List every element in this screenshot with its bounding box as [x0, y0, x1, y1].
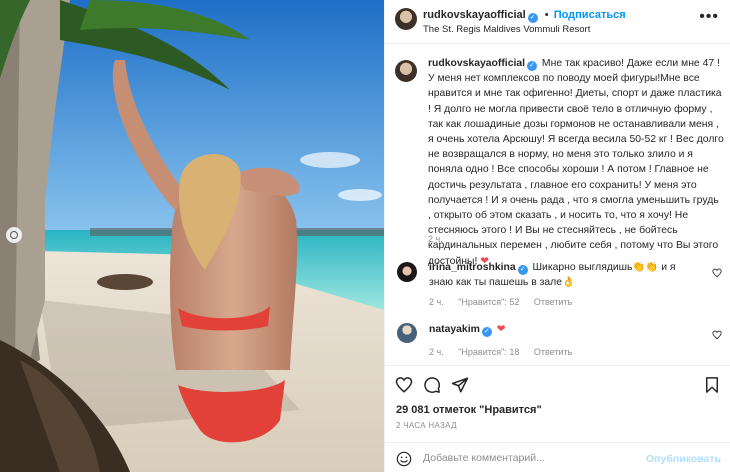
comment-username[interactable]: natayakim	[429, 324, 480, 335]
like-comment-heart-icon[interactable]	[712, 330, 722, 340]
comment-time[interactable]: 2 ч.	[429, 297, 444, 307]
caption-time[interactable]: 2 ч.	[428, 234, 443, 244]
author-avatar[interactable]	[395, 8, 417, 30]
like-comment-heart-icon[interactable]	[712, 268, 722, 278]
comment-username[interactable]: irina_mitroshkina	[429, 262, 516, 273]
comment-avatar[interactable]	[397, 262, 417, 282]
post-actions-bar	[385, 365, 730, 400]
caption-author-avatar[interactable]	[395, 60, 417, 82]
follow-button[interactable]: Подписаться	[554, 9, 626, 21]
caption-username[interactable]: rudkovskayaofficial	[428, 58, 525, 69]
carousel-dot-icon	[10, 231, 18, 239]
reply-button[interactable]: Ответить	[534, 347, 572, 357]
comment-body: natayakim ✓ ❤	[429, 322, 687, 337]
post-panel: rudkovskayaofficial ✓ • Подписаться The S…	[384, 0, 730, 472]
post-time-ago[interactable]: 2 ЧАСА НАЗАД	[396, 421, 457, 430]
verified-badge-icon: ✓	[527, 61, 538, 71]
comment-body: irina_mitroshkina ✓ Шикарно выглядишь👏👏 и…	[429, 260, 687, 290]
more-horizontal-icon[interactable]: •••	[699, 9, 719, 25]
add-comment-bar: Опубликовать	[385, 442, 730, 472]
carousel-indicator[interactable]	[6, 227, 22, 243]
header-separator: •	[544, 9, 549, 21]
comment-avatar[interactable]	[397, 323, 417, 343]
emoji-smiley-icon[interactable]	[396, 451, 412, 467]
beach-photo-illustration	[0, 0, 384, 472]
comment-likes[interactable]: "Нравится": 18	[458, 347, 519, 357]
author-username[interactable]: rudkovskayaofficial	[423, 9, 526, 21]
header-title-line: rudkovskayaofficial ✓ • Подписаться	[423, 9, 626, 23]
post-header: rudkovskayaofficial ✓ • Подписаться The S…	[385, 0, 730, 44]
post-location[interactable]: The St. Regis Maldives Vommuli Resort	[423, 24, 590, 35]
comment-meta: 2 ч. "Нравится": 52 Ответить	[429, 297, 584, 307]
bookmark-icon[interactable]	[703, 376, 721, 394]
comment-likes[interactable]: "Нравится": 52	[458, 297, 519, 307]
caption-text: Мне так красиво! Даже если мне 47 ! У ме…	[428, 58, 724, 267]
like-heart-icon[interactable]	[395, 376, 413, 394]
verified-badge-icon: ✓	[517, 265, 528, 275]
post-caption: rudkovskayaofficial ✓ Мне так красиво! Да…	[428, 56, 724, 269]
comment-bubble-icon[interactable]	[423, 376, 441, 394]
comment-input[interactable]	[423, 452, 643, 464]
comment-time[interactable]: 2 ч.	[429, 347, 444, 357]
share-paper-plane-icon[interactable]	[451, 376, 469, 394]
reply-button[interactable]: Ответить	[534, 297, 572, 307]
verified-badge-icon: ✓	[527, 13, 538, 23]
comment-text: ❤	[496, 324, 506, 335]
comment-meta: 2 ч. "Нравится": 18 Ответить	[429, 347, 584, 357]
post-photo[interactable]	[0, 0, 384, 472]
publish-button[interactable]: Опубликовать	[646, 453, 721, 465]
verified-badge-icon: ✓	[481, 327, 492, 337]
likes-count[interactable]: 29 081 отметок "Нравится"	[396, 404, 542, 416]
